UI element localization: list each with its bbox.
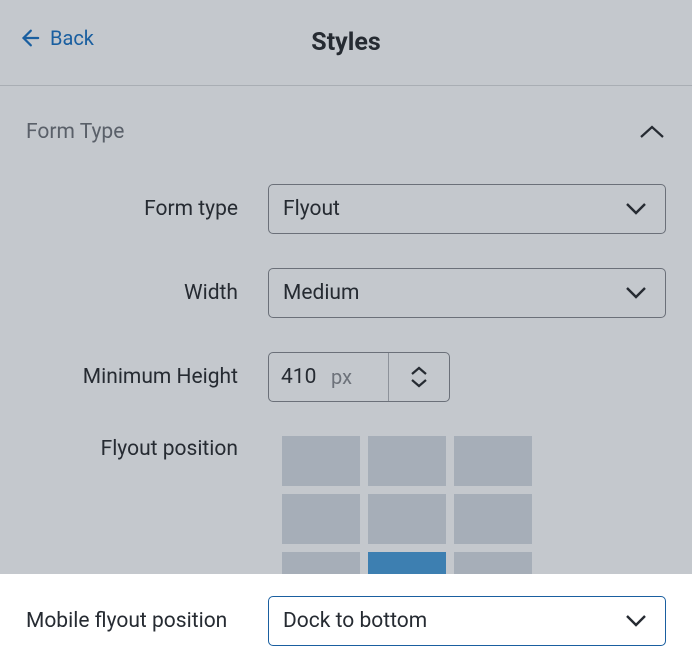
chevron-down-icon (625, 286, 647, 300)
back-button[interactable]: Back (18, 26, 94, 50)
row-form-type: Form type Flyout (26, 184, 666, 234)
input-min-height-value: 410 (269, 353, 331, 401)
arrow-left-icon (18, 27, 40, 49)
flyout-pos-middle-right[interactable] (454, 494, 532, 544)
flyout-pos-top-center[interactable] (368, 436, 446, 486)
select-width-value: Medium (283, 281, 359, 305)
label-flyout-position: Flyout position (26, 436, 238, 462)
stepper-min-height[interactable] (389, 353, 449, 401)
section-form-type-body: Form type Flyout Width Medium Minimum He… (0, 184, 692, 622)
section-form-type-header[interactable]: Form Type (0, 86, 692, 150)
flyout-pos-top-left[interactable] (282, 436, 360, 486)
flyout-pos-top-right[interactable] (454, 436, 532, 486)
select-form-type-value: Flyout (283, 197, 340, 221)
flyout-pos-middle-center[interactable] (368, 494, 446, 544)
input-min-height-unit: px (331, 353, 389, 401)
chevron-down-icon (625, 614, 647, 628)
page-title: Styles (311, 28, 380, 57)
select-mobile-flyout-position[interactable]: Dock to bottom (268, 596, 666, 646)
chevron-up-icon (638, 122, 666, 142)
row-mobile-flyout-position: Mobile flyout position Dock to bottom (0, 574, 692, 668)
back-label: Back (50, 26, 94, 50)
header: Back Styles (0, 0, 692, 86)
select-form-type[interactable]: Flyout (268, 184, 666, 234)
chevron-down-icon (625, 202, 647, 216)
section-title: Form Type (26, 120, 124, 144)
select-width[interactable]: Medium (268, 268, 666, 318)
label-min-height: Minimum Height (26, 364, 238, 390)
chevron-down-icon (410, 378, 428, 388)
flyout-pos-middle-left[interactable] (282, 494, 360, 544)
row-width: Width Medium (26, 268, 666, 318)
select-mobile-flyout-position-value: Dock to bottom (283, 609, 427, 633)
label-mobile-flyout-position: Mobile flyout position (26, 608, 238, 634)
label-width: Width (26, 280, 238, 306)
row-min-height: Minimum Height 410 px (26, 352, 666, 402)
chevron-up-icon (410, 366, 428, 376)
label-form-type: Form type (26, 196, 238, 222)
input-min-height[interactable]: 410 px (268, 352, 450, 402)
